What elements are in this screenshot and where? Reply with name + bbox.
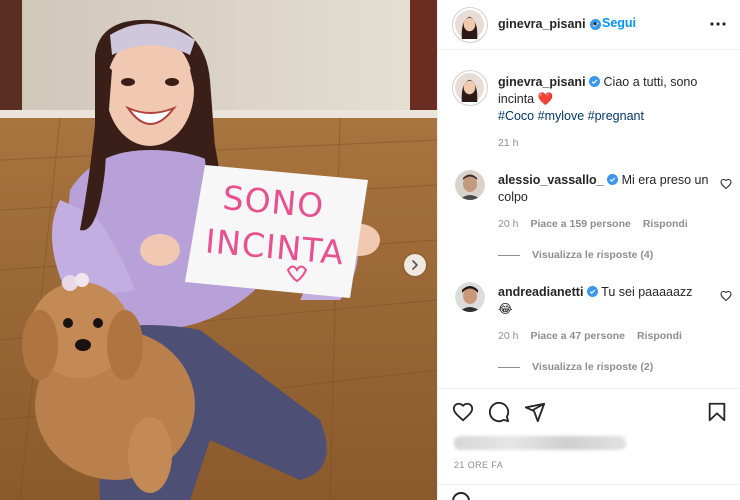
author-avatar[interactable] (452, 7, 488, 43)
comment-time[interactable]: 20 h (498, 218, 518, 230)
verified-icon (586, 286, 598, 297)
post-actions (438, 388, 740, 430)
view-replies-label[interactable]: Visualizza le risposte (2) (532, 361, 653, 373)
verified-icon (589, 76, 601, 87)
post-photo[interactable]: SONO INCINTA (0, 0, 437, 500)
caption-username[interactable]: ginevra_pisani (498, 75, 586, 89)
photo-illustration: SONO INCINTA (0, 0, 437, 500)
post-date[interactable]: 21 ORE FA (454, 460, 503, 470)
comment-time[interactable]: 20 h (498, 330, 518, 342)
post-caption: ginevra_pisani Ciao a tutti, sono incint… (498, 74, 730, 125)
separator-dot: • (593, 17, 598, 31)
comment-username[interactable]: alessio_vassallo_ (498, 173, 604, 187)
reply-button[interactable]: Rispondi (637, 330, 682, 342)
comment-meta: 20 h Piace a 47 persone Rispondi (498, 330, 682, 342)
caption-emoji: ❤️ (537, 92, 554, 106)
author-username[interactable]: ginevra_pisani (498, 17, 601, 31)
replies-divider (498, 254, 520, 256)
hashtag-coco[interactable]: #Coco (498, 109, 534, 123)
comment-heart-icon[interactable] (720, 290, 732, 302)
hashtag-mylove[interactable]: #mylove (538, 109, 585, 123)
view-replies-button[interactable]: Visualizza le risposte (4) (498, 249, 653, 261)
verified-icon (607, 174, 619, 185)
caption-avatar[interactable] (452, 70, 488, 106)
comment: andreadianetti Tu sei paaaaazz 😂 (498, 284, 713, 318)
comment-meta: 20 h Piace a 159 persone Rispondi (498, 218, 688, 230)
post-sidebar: ginevra_pisani • Segui ginevra_pisani Ci… (437, 0, 740, 500)
likes-summary-blurred (454, 436, 626, 450)
author-username-text[interactable]: ginevra_pisani (498, 17, 586, 31)
post-header: ginevra_pisani • Segui (438, 0, 740, 50)
view-replies-label[interactable]: Visualizza le risposte (4) (532, 249, 653, 261)
hashtag-pregnant[interactable]: #pregnant (588, 109, 644, 123)
comment: alessio_vassallo_ Mi era preso un colpo (498, 172, 713, 206)
caption-time[interactable]: 21 h (498, 137, 518, 149)
emoji-button[interactable] (452, 492, 470, 500)
view-replies-button[interactable]: Visualizza le risposte (2) (498, 361, 653, 373)
replies-divider (498, 366, 520, 368)
carousel-next-icon[interactable] (404, 254, 426, 276)
more-options-icon[interactable] (708, 16, 728, 32)
comment-icon[interactable] (488, 401, 510, 423)
heart-icon[interactable] (452, 401, 474, 423)
divider (438, 484, 740, 485)
comment-avatar[interactable] (455, 170, 485, 200)
comment-username[interactable]: andreadianetti (498, 285, 583, 299)
share-icon[interactable] (524, 401, 546, 423)
bookmark-icon[interactable] (706, 401, 728, 423)
instagram-post: SONO INCINTA ginevra_pisani • Segui gine… (0, 0, 740, 500)
follow-button[interactable]: Segui (602, 16, 636, 30)
comment-avatar[interactable] (455, 282, 485, 312)
reply-button[interactable]: Rispondi (643, 218, 688, 230)
comment-heart-icon[interactable] (720, 178, 732, 190)
comment-emoji: 😂 (498, 302, 513, 316)
comment-text: Tu sei paaaaazz (601, 285, 693, 299)
comment-likes[interactable]: Piace a 47 persone (530, 330, 625, 342)
comment-likes[interactable]: Piace a 159 persone (530, 218, 630, 230)
